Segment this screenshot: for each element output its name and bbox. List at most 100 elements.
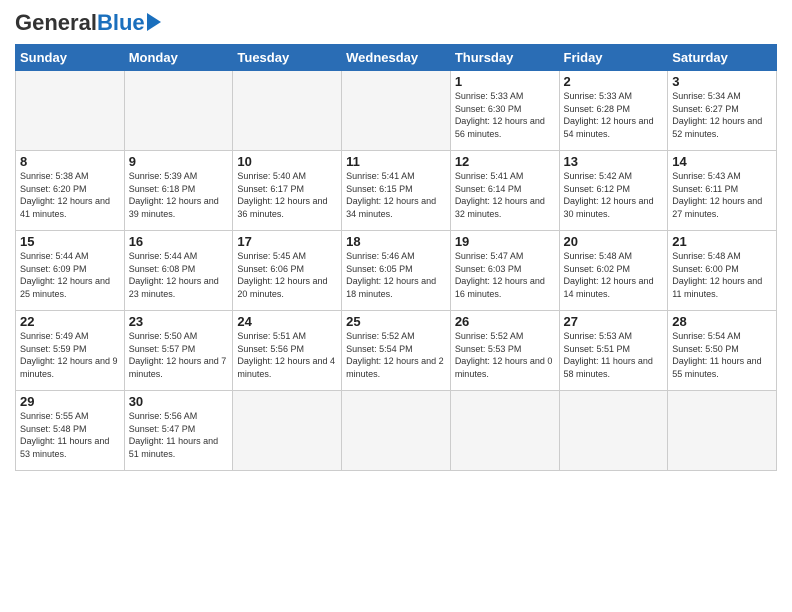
day-info: Sunrise: 5:48 AMSunset: 6:00 PMDaylight:… xyxy=(672,250,772,300)
day-info: Sunrise: 5:47 AMSunset: 6:03 PMDaylight:… xyxy=(455,250,555,300)
day-info: Sunrise: 5:53 AMSunset: 5:51 PMDaylight:… xyxy=(564,330,664,380)
day-info: Sunrise: 5:34 AMSunset: 6:27 PMDaylight:… xyxy=(672,90,772,140)
day-number: 15 xyxy=(20,234,120,249)
day-number: 29 xyxy=(20,394,120,409)
calendar-cell xyxy=(124,71,233,151)
header: General Blue xyxy=(15,10,777,36)
calendar-cell: 14Sunrise: 5:43 AMSunset: 6:11 PMDayligh… xyxy=(668,151,777,231)
col-header-sunday: Sunday xyxy=(16,45,125,71)
day-info: Sunrise: 5:33 AMSunset: 6:28 PMDaylight:… xyxy=(564,90,664,140)
calendar-cell: 18Sunrise: 5:46 AMSunset: 6:05 PMDayligh… xyxy=(342,231,451,311)
day-number: 27 xyxy=(564,314,664,329)
calendar-cell: 19Sunrise: 5:47 AMSunset: 6:03 PMDayligh… xyxy=(450,231,559,311)
col-header-thursday: Thursday xyxy=(450,45,559,71)
calendar-week-5: 29Sunrise: 5:55 AMSunset: 5:48 PMDayligh… xyxy=(16,391,777,471)
calendar-cell xyxy=(16,71,125,151)
logo-general: General xyxy=(15,10,97,36)
calendar-cell xyxy=(450,391,559,471)
calendar-week-4: 22Sunrise: 5:49 AMSunset: 5:59 PMDayligh… xyxy=(16,311,777,391)
day-info: Sunrise: 5:52 AMSunset: 5:53 PMDaylight:… xyxy=(455,330,555,380)
day-number: 3 xyxy=(672,74,772,89)
calendar-cell: 3Sunrise: 5:34 AMSunset: 6:27 PMDaylight… xyxy=(668,71,777,151)
calendar-cell: 28Sunrise: 5:54 AMSunset: 5:50 PMDayligh… xyxy=(668,311,777,391)
day-number: 9 xyxy=(129,154,229,169)
calendar-cell: 23Sunrise: 5:50 AMSunset: 5:57 PMDayligh… xyxy=(124,311,233,391)
day-info: Sunrise: 5:42 AMSunset: 6:12 PMDaylight:… xyxy=(564,170,664,220)
col-header-monday: Monday xyxy=(124,45,233,71)
calendar-cell: 20Sunrise: 5:48 AMSunset: 6:02 PMDayligh… xyxy=(559,231,668,311)
day-info: Sunrise: 5:46 AMSunset: 6:05 PMDaylight:… xyxy=(346,250,446,300)
day-number: 30 xyxy=(129,394,229,409)
calendar-cell: 22Sunrise: 5:49 AMSunset: 5:59 PMDayligh… xyxy=(16,311,125,391)
day-info: Sunrise: 5:56 AMSunset: 5:47 PMDaylight:… xyxy=(129,410,229,460)
calendar-cell: 26Sunrise: 5:52 AMSunset: 5:53 PMDayligh… xyxy=(450,311,559,391)
day-info: Sunrise: 5:48 AMSunset: 6:02 PMDaylight:… xyxy=(564,250,664,300)
calendar-cell xyxy=(668,391,777,471)
day-number: 12 xyxy=(455,154,555,169)
calendar-cell xyxy=(233,71,342,151)
day-number: 23 xyxy=(129,314,229,329)
day-info: Sunrise: 5:43 AMSunset: 6:11 PMDaylight:… xyxy=(672,170,772,220)
day-info: Sunrise: 5:45 AMSunset: 6:06 PMDaylight:… xyxy=(237,250,337,300)
calendar-cell xyxy=(342,71,451,151)
calendar-cell xyxy=(233,391,342,471)
logo-blue: Blue xyxy=(97,10,145,36)
logo-text: General Blue xyxy=(15,10,161,36)
calendar-week-3: 15Sunrise: 5:44 AMSunset: 6:09 PMDayligh… xyxy=(16,231,777,311)
calendar-cell: 9Sunrise: 5:39 AMSunset: 6:18 PMDaylight… xyxy=(124,151,233,231)
day-info: Sunrise: 5:55 AMSunset: 5:48 PMDaylight:… xyxy=(20,410,120,460)
calendar-cell: 1Sunrise: 5:33 AMSunset: 6:30 PMDaylight… xyxy=(450,71,559,151)
calendar-cell: 11Sunrise: 5:41 AMSunset: 6:15 PMDayligh… xyxy=(342,151,451,231)
calendar-cell: 16Sunrise: 5:44 AMSunset: 6:08 PMDayligh… xyxy=(124,231,233,311)
calendar-header-row: SundayMondayTuesdayWednesdayThursdayFrid… xyxy=(16,45,777,71)
day-info: Sunrise: 5:44 AMSunset: 6:08 PMDaylight:… xyxy=(129,250,229,300)
day-number: 10 xyxy=(237,154,337,169)
calendar-cell xyxy=(559,391,668,471)
calendar-cell: 24Sunrise: 5:51 AMSunset: 5:56 PMDayligh… xyxy=(233,311,342,391)
calendar-cell xyxy=(342,391,451,471)
calendar-cell: 8Sunrise: 5:38 AMSunset: 6:20 PMDaylight… xyxy=(16,151,125,231)
col-header-saturday: Saturday xyxy=(668,45,777,71)
col-header-friday: Friday xyxy=(559,45,668,71)
logo-arrow-icon xyxy=(147,13,161,31)
day-info: Sunrise: 5:41 AMSunset: 6:14 PMDaylight:… xyxy=(455,170,555,220)
day-number: 14 xyxy=(672,154,772,169)
calendar-week-1: 1Sunrise: 5:33 AMSunset: 6:30 PMDaylight… xyxy=(16,71,777,151)
day-number: 2 xyxy=(564,74,664,89)
calendar-cell: 12Sunrise: 5:41 AMSunset: 6:14 PMDayligh… xyxy=(450,151,559,231)
day-number: 1 xyxy=(455,74,555,89)
day-number: 13 xyxy=(564,154,664,169)
day-info: Sunrise: 5:38 AMSunset: 6:20 PMDaylight:… xyxy=(20,170,120,220)
day-number: 22 xyxy=(20,314,120,329)
day-number: 18 xyxy=(346,234,446,249)
day-number: 26 xyxy=(455,314,555,329)
day-info: Sunrise: 5:33 AMSunset: 6:30 PMDaylight:… xyxy=(455,90,555,140)
day-info: Sunrise: 5:54 AMSunset: 5:50 PMDaylight:… xyxy=(672,330,772,380)
day-info: Sunrise: 5:44 AMSunset: 6:09 PMDaylight:… xyxy=(20,250,120,300)
day-number: 11 xyxy=(346,154,446,169)
main-container: General Blue SundayMondayTuesdayWednesda… xyxy=(0,0,792,481)
day-info: Sunrise: 5:49 AMSunset: 5:59 PMDaylight:… xyxy=(20,330,120,380)
calendar-cell: 17Sunrise: 5:45 AMSunset: 6:06 PMDayligh… xyxy=(233,231,342,311)
calendar-cell: 13Sunrise: 5:42 AMSunset: 6:12 PMDayligh… xyxy=(559,151,668,231)
day-info: Sunrise: 5:52 AMSunset: 5:54 PMDaylight:… xyxy=(346,330,446,380)
calendar-cell: 10Sunrise: 5:40 AMSunset: 6:17 PMDayligh… xyxy=(233,151,342,231)
day-info: Sunrise: 5:41 AMSunset: 6:15 PMDaylight:… xyxy=(346,170,446,220)
day-info: Sunrise: 5:51 AMSunset: 5:56 PMDaylight:… xyxy=(237,330,337,380)
calendar-cell: 27Sunrise: 5:53 AMSunset: 5:51 PMDayligh… xyxy=(559,311,668,391)
calendar-cell: 25Sunrise: 5:52 AMSunset: 5:54 PMDayligh… xyxy=(342,311,451,391)
calendar-cell: 2Sunrise: 5:33 AMSunset: 6:28 PMDaylight… xyxy=(559,71,668,151)
day-info: Sunrise: 5:40 AMSunset: 6:17 PMDaylight:… xyxy=(237,170,337,220)
day-number: 17 xyxy=(237,234,337,249)
col-header-wednesday: Wednesday xyxy=(342,45,451,71)
calendar-table: SundayMondayTuesdayWednesdayThursdayFrid… xyxy=(15,44,777,471)
day-number: 8 xyxy=(20,154,120,169)
day-number: 24 xyxy=(237,314,337,329)
logo: General Blue xyxy=(15,10,161,36)
calendar-cell: 29Sunrise: 5:55 AMSunset: 5:48 PMDayligh… xyxy=(16,391,125,471)
day-number: 16 xyxy=(129,234,229,249)
day-number: 19 xyxy=(455,234,555,249)
calendar-cell: 21Sunrise: 5:48 AMSunset: 6:00 PMDayligh… xyxy=(668,231,777,311)
day-number: 20 xyxy=(564,234,664,249)
day-info: Sunrise: 5:50 AMSunset: 5:57 PMDaylight:… xyxy=(129,330,229,380)
